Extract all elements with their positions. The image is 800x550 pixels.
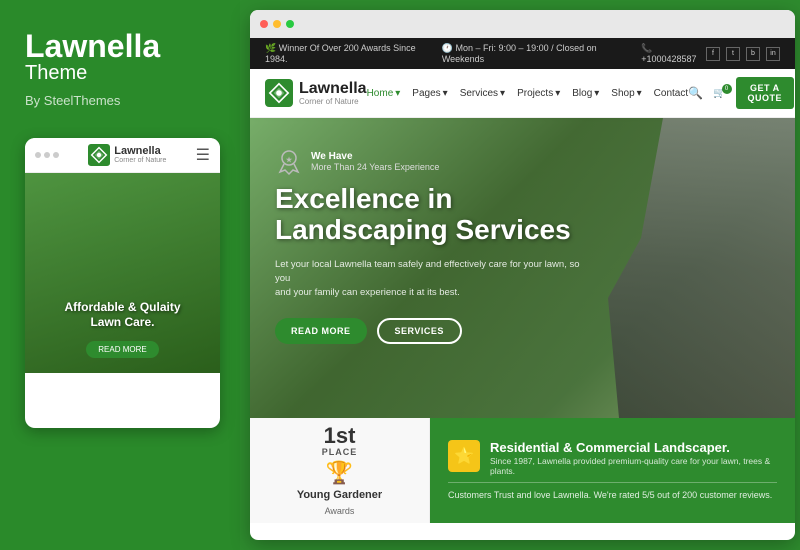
nav-item-blog[interactable]: Blog ▾ [572,88,599,99]
res-divider [448,482,777,483]
bottom-cards: 1st PLACE 🏆 Young Gardener Awards ⭐ Resi… [250,418,795,523]
cart-icon[interactable]: 🛒 0 [713,88,725,99]
mobile-hero: Affordable & QulaityLawn Care. READ MORE [25,173,220,373]
topbar-right: f t b in [706,47,780,61]
brand-name: Lawnella [25,30,215,62]
nav-item-home[interactable]: Home ▾ [367,88,401,99]
hero-award-badge: ★ We Have More Than 24 Years Experience [275,148,770,176]
nav-logo: Lawnella Corner of Nature [265,79,367,107]
social-twitter-icon[interactable]: t [726,47,740,61]
res-since: Since 1987, Lawnella provided premium-qu… [490,456,777,476]
award-place: 1st PLACE [322,425,358,457]
browser-maximize-dot[interactable] [286,20,294,28]
award-place-number: 1st [322,425,358,447]
hero-buttons: READ MORE SERVICES [275,318,770,344]
award-card: 1st PLACE 🏆 Young Gardener Awards [250,418,430,523]
nav-actions: 🔍 🛒 0 GET A QUOTE [688,77,794,109]
nav-item-shop[interactable]: Shop ▾ [611,88,641,99]
search-icon[interactable]: 🔍 [688,86,703,100]
topbar-phone: 📞 +1000428587 [641,43,706,64]
social-behance-icon[interactable]: b [746,47,760,61]
res-star-badge: ⭐ [448,440,480,472]
award-place-label: PLACE [322,447,358,457]
site-topbar: 🌿 Winner Of Over 200 Awards Since 1984. … [250,38,795,69]
hero-main-title: Excellence inLandscaping Services [275,184,595,246]
mobile-logo-sub: Corner of Nature [114,157,166,164]
get-quote-button[interactable]: GET A QUOTE [736,77,795,109]
nav-logo-sub: Corner of Nature [299,97,367,106]
mobile-hamburger[interactable]: ☰ [196,145,210,165]
hero-read-more-button[interactable]: READ MORE [275,318,367,344]
mobile-dot-1 [35,152,41,158]
mobile-top-bar: Lawnella Corner of Nature ☰ [25,138,220,173]
mobile-hero-content: Affordable & QulaityLawn Care. READ MORE [64,300,180,358]
mobile-logo-icon [88,144,110,166]
site-hero: ★ We Have More Than 24 Years Experience … [250,118,795,418]
browser-close-dot[interactable] [260,20,268,28]
award-sub: Awards [325,506,355,516]
mobile-mockup: Lawnella Corner of Nature ☰ Affordable &… [25,138,220,428]
wreath-icon: 🏆 [326,462,353,484]
browser-chrome [250,10,795,38]
mobile-dot-3 [53,152,59,158]
nav-item-projects[interactable]: Projects ▾ [517,88,560,99]
hero-award-title: We Have [311,151,439,162]
right-panel: 🌿 Winner Of Over 200 Awards Since 1984. … [250,10,795,540]
hero-content: ★ We Have More Than 24 Years Experience … [250,118,795,374]
res-title: Residential & Commercial Landscaper. [490,440,777,456]
cart-badge: 0 [722,84,732,94]
nav-logo-icon [265,79,293,107]
res-card-header: ⭐ Residential & Commercial Landscaper. S… [448,440,777,476]
award-icon: ★ [275,148,303,176]
hero-description: Let your local Lawnella team safely and … [275,258,585,301]
nav-logo-text: Lawnella [299,81,367,97]
social-facebook-icon[interactable]: f [706,47,720,61]
award-name: Young Gardener [297,489,382,501]
mobile-dots [35,152,59,158]
nav-item-services[interactable]: Services ▾ [460,88,505,99]
svg-text:★: ★ [286,156,293,164]
mobile-read-more-button[interactable]: READ MORE [86,341,158,358]
left-panel: Lawnella Theme By SteelThemes Lawnella C… [0,0,240,550]
mobile-dot-2 [44,152,50,158]
brand-by: By SteelThemes [25,93,215,108]
nav-menu: Home ▾ Pages ▾ Services ▾ Projects ▾ Blo… [367,88,689,99]
topbar-award: 🌿 Winner Of Over 200 Awards Since 1984. [265,43,430,64]
social-linkedin-icon[interactable]: in [766,47,780,61]
star-icon: ⭐ [454,446,474,466]
brand-type: Theme [25,62,215,85]
site-nav: Lawnella Corner of Nature Home ▾ Pages ▾… [250,69,795,118]
nav-item-contact[interactable]: Contact [654,88,688,99]
nav-item-pages[interactable]: Pages ▾ [412,88,447,99]
topbar-hours: 🕐 Mon – Fri: 9:00 – 19:00 / Closed on We… [442,43,629,64]
res-review: Customers Trust and love Lawnella. We're… [448,489,777,502]
residential-card: ⭐ Residential & Commercial Landscaper. S… [430,418,795,523]
topbar-left: 🌿 Winner Of Over 200 Awards Since 1984. … [265,43,706,64]
mobile-logo: Lawnella Corner of Nature [88,144,166,166]
hero-award-sub: More Than 24 Years Experience [311,162,439,174]
mobile-hero-text: Affordable & QulaityLawn Care. [64,300,180,331]
browser-minimize-dot[interactable] [273,20,281,28]
mobile-logo-text: Lawnella [114,146,166,157]
hero-services-button[interactable]: SERVICES [377,318,462,344]
